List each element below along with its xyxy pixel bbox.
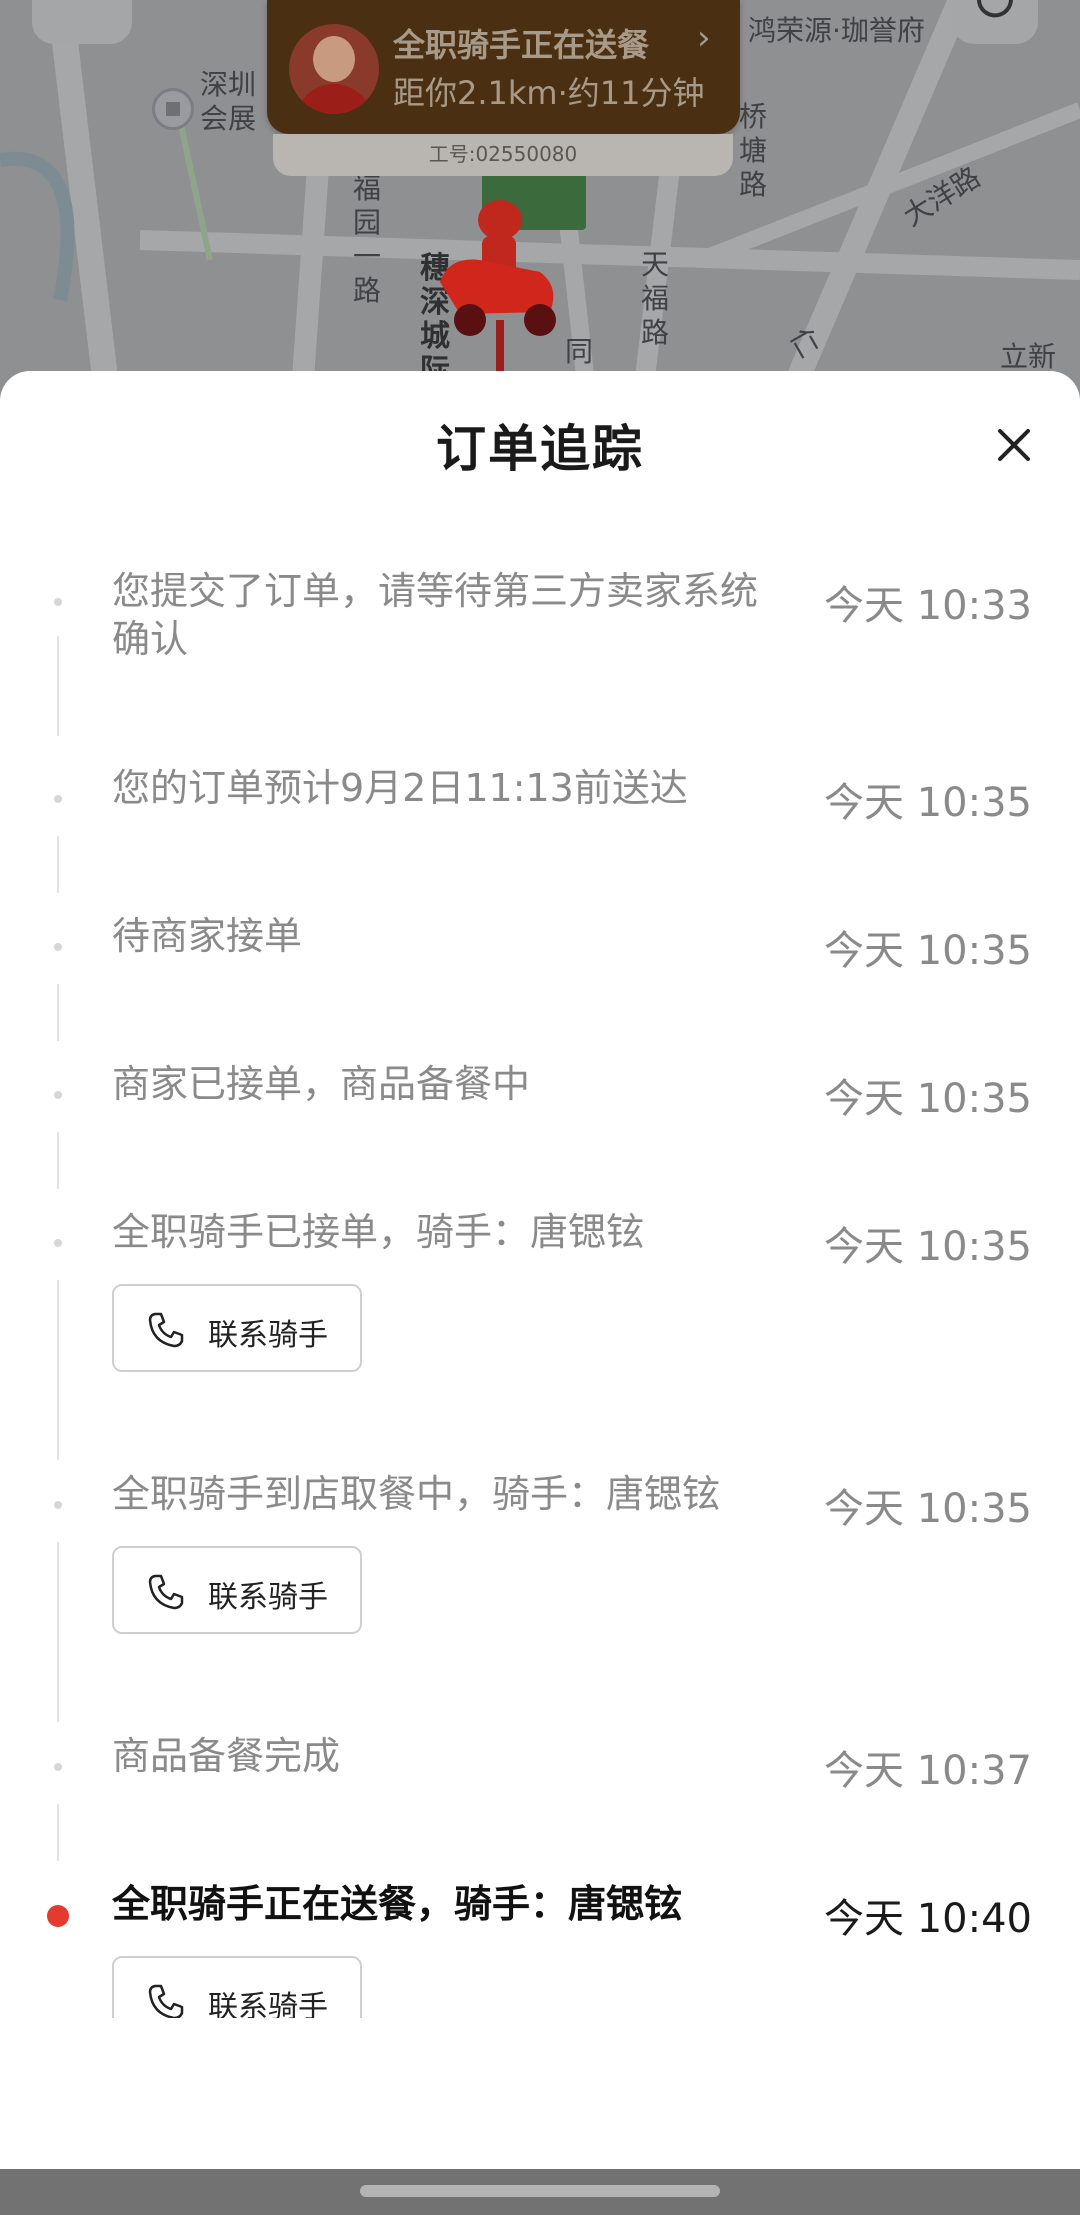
rider-distance-eta: 距你2.1km·约11分钟 (393, 74, 705, 112)
timeline-connector (57, 984, 59, 1041)
timeline-event-text: 商家已接单，商品备餐中 (112, 1062, 531, 1106)
rider-status-card[interactable]: 全职骑手正在送餐 › 距你2.1km·约11分钟 (267, 0, 740, 134)
map-label-tianfu: 天福路 (640, 248, 669, 349)
list-scroll-edge (0, 2018, 1080, 2169)
timeline-dot (54, 795, 62, 803)
timeline-connector (57, 636, 59, 736)
map-label-exhibition: 深圳会展 (200, 68, 257, 135)
rider-work-id: 工号:02550080 (273, 134, 733, 176)
map-label-hongrong: 鸿荣源·珈誉府 (748, 14, 925, 47)
contact-rider-label: 联系骑手 (208, 1580, 328, 1615)
timeline-dot (54, 1091, 62, 1099)
timeline-connector (57, 1804, 59, 1861)
exhibition-poi-icon (152, 88, 194, 130)
chevron-left-icon: ‹ (66, 0, 82, 6)
timeline-event-text: 全职骑手已接单，骑手：唐锶铉 (112, 1210, 645, 1254)
timeline-dot (54, 943, 62, 951)
timeline-connector (57, 1132, 59, 1189)
timeline-event-text: 商品备餐完成 (112, 1734, 341, 1778)
timeline-dot-active (47, 1905, 69, 1927)
map-label-lixin: 立新 (1000, 340, 1057, 373)
timeline-event-time: 今天 10:35 (824, 928, 1032, 974)
timeline-event-text: 您提交了订单，请等待第三方卖家系统确认 (112, 569, 759, 661)
timeline-connector (57, 1280, 59, 1460)
home-indicator[interactable] (360, 2185, 720, 2197)
timeline-event-text: 全职骑手到店取餐中，骑手：唐锶铉 (112, 1472, 721, 1516)
timeline-dot (54, 1501, 62, 1509)
back-button[interactable]: ‹ (32, 0, 132, 44)
timeline-event-time: 今天 10:35 (824, 1486, 1032, 1532)
timeline-event-text: 待商家接单 (112, 914, 303, 958)
timeline-dot (54, 1239, 62, 1247)
system-nav-bar (0, 2169, 1080, 2215)
refresh-icon (977, 0, 1013, 18)
timeline-event-time: 今天 10:35 (824, 780, 1032, 826)
timeline-event-time: 今天 10:33 (824, 583, 1032, 629)
timeline-event-text: 您的订单预计9月2日11:13前送达 (112, 766, 688, 810)
contact-rider-label: 联系骑手 (208, 1318, 328, 1353)
timeline-event-time: 今天 10:35 (824, 1076, 1032, 1122)
timeline-event-time: 今天 10:37 (824, 1748, 1032, 1794)
timeline-connector (57, 1542, 59, 1722)
contact-rider-button[interactable]: 联系骑手 (112, 1284, 362, 1372)
contact-rider-button[interactable]: 联系骑手 (112, 1546, 362, 1634)
rider-avatar (289, 24, 379, 114)
order-tracking-sheet: 订单追踪 您提交了订单，请等待第三方卖家系统确认 今天 10:33 您的订单预计… (0, 371, 1080, 2169)
sheet-title: 订单追踪 (436, 420, 644, 478)
refresh-button[interactable] (952, 0, 1038, 44)
timeline-event-text-active: 全职骑手正在送餐，骑手：唐锶铉 (112, 1882, 683, 1926)
phone-icon (148, 1574, 184, 1610)
timeline-dot (54, 1763, 62, 1771)
map-label-qiaotang: 桥塘路 (738, 100, 767, 201)
phone-icon (148, 1984, 184, 2020)
rider-status-title: 全职骑手正在送餐 (393, 26, 650, 64)
timeline-event-time-active: 今天 10:40 (824, 1896, 1032, 1942)
map-view[interactable]: 深圳会展 福园一路 穗深城际 同 桥塘路 天福路 大洋路 鸿荣源·珈誉府 立新 … (0, 0, 1080, 420)
phone-icon (148, 1312, 184, 1348)
timeline-dot (54, 598, 62, 606)
timeline-connector (57, 836, 59, 893)
map-label-futian-road: 福园一路 (352, 172, 381, 307)
rider-scooter-icon (440, 200, 556, 336)
chevron-right-icon: › (697, 18, 711, 58)
timeline-event-time: 今天 10:35 (824, 1224, 1032, 1270)
close-icon[interactable] (990, 421, 1038, 469)
